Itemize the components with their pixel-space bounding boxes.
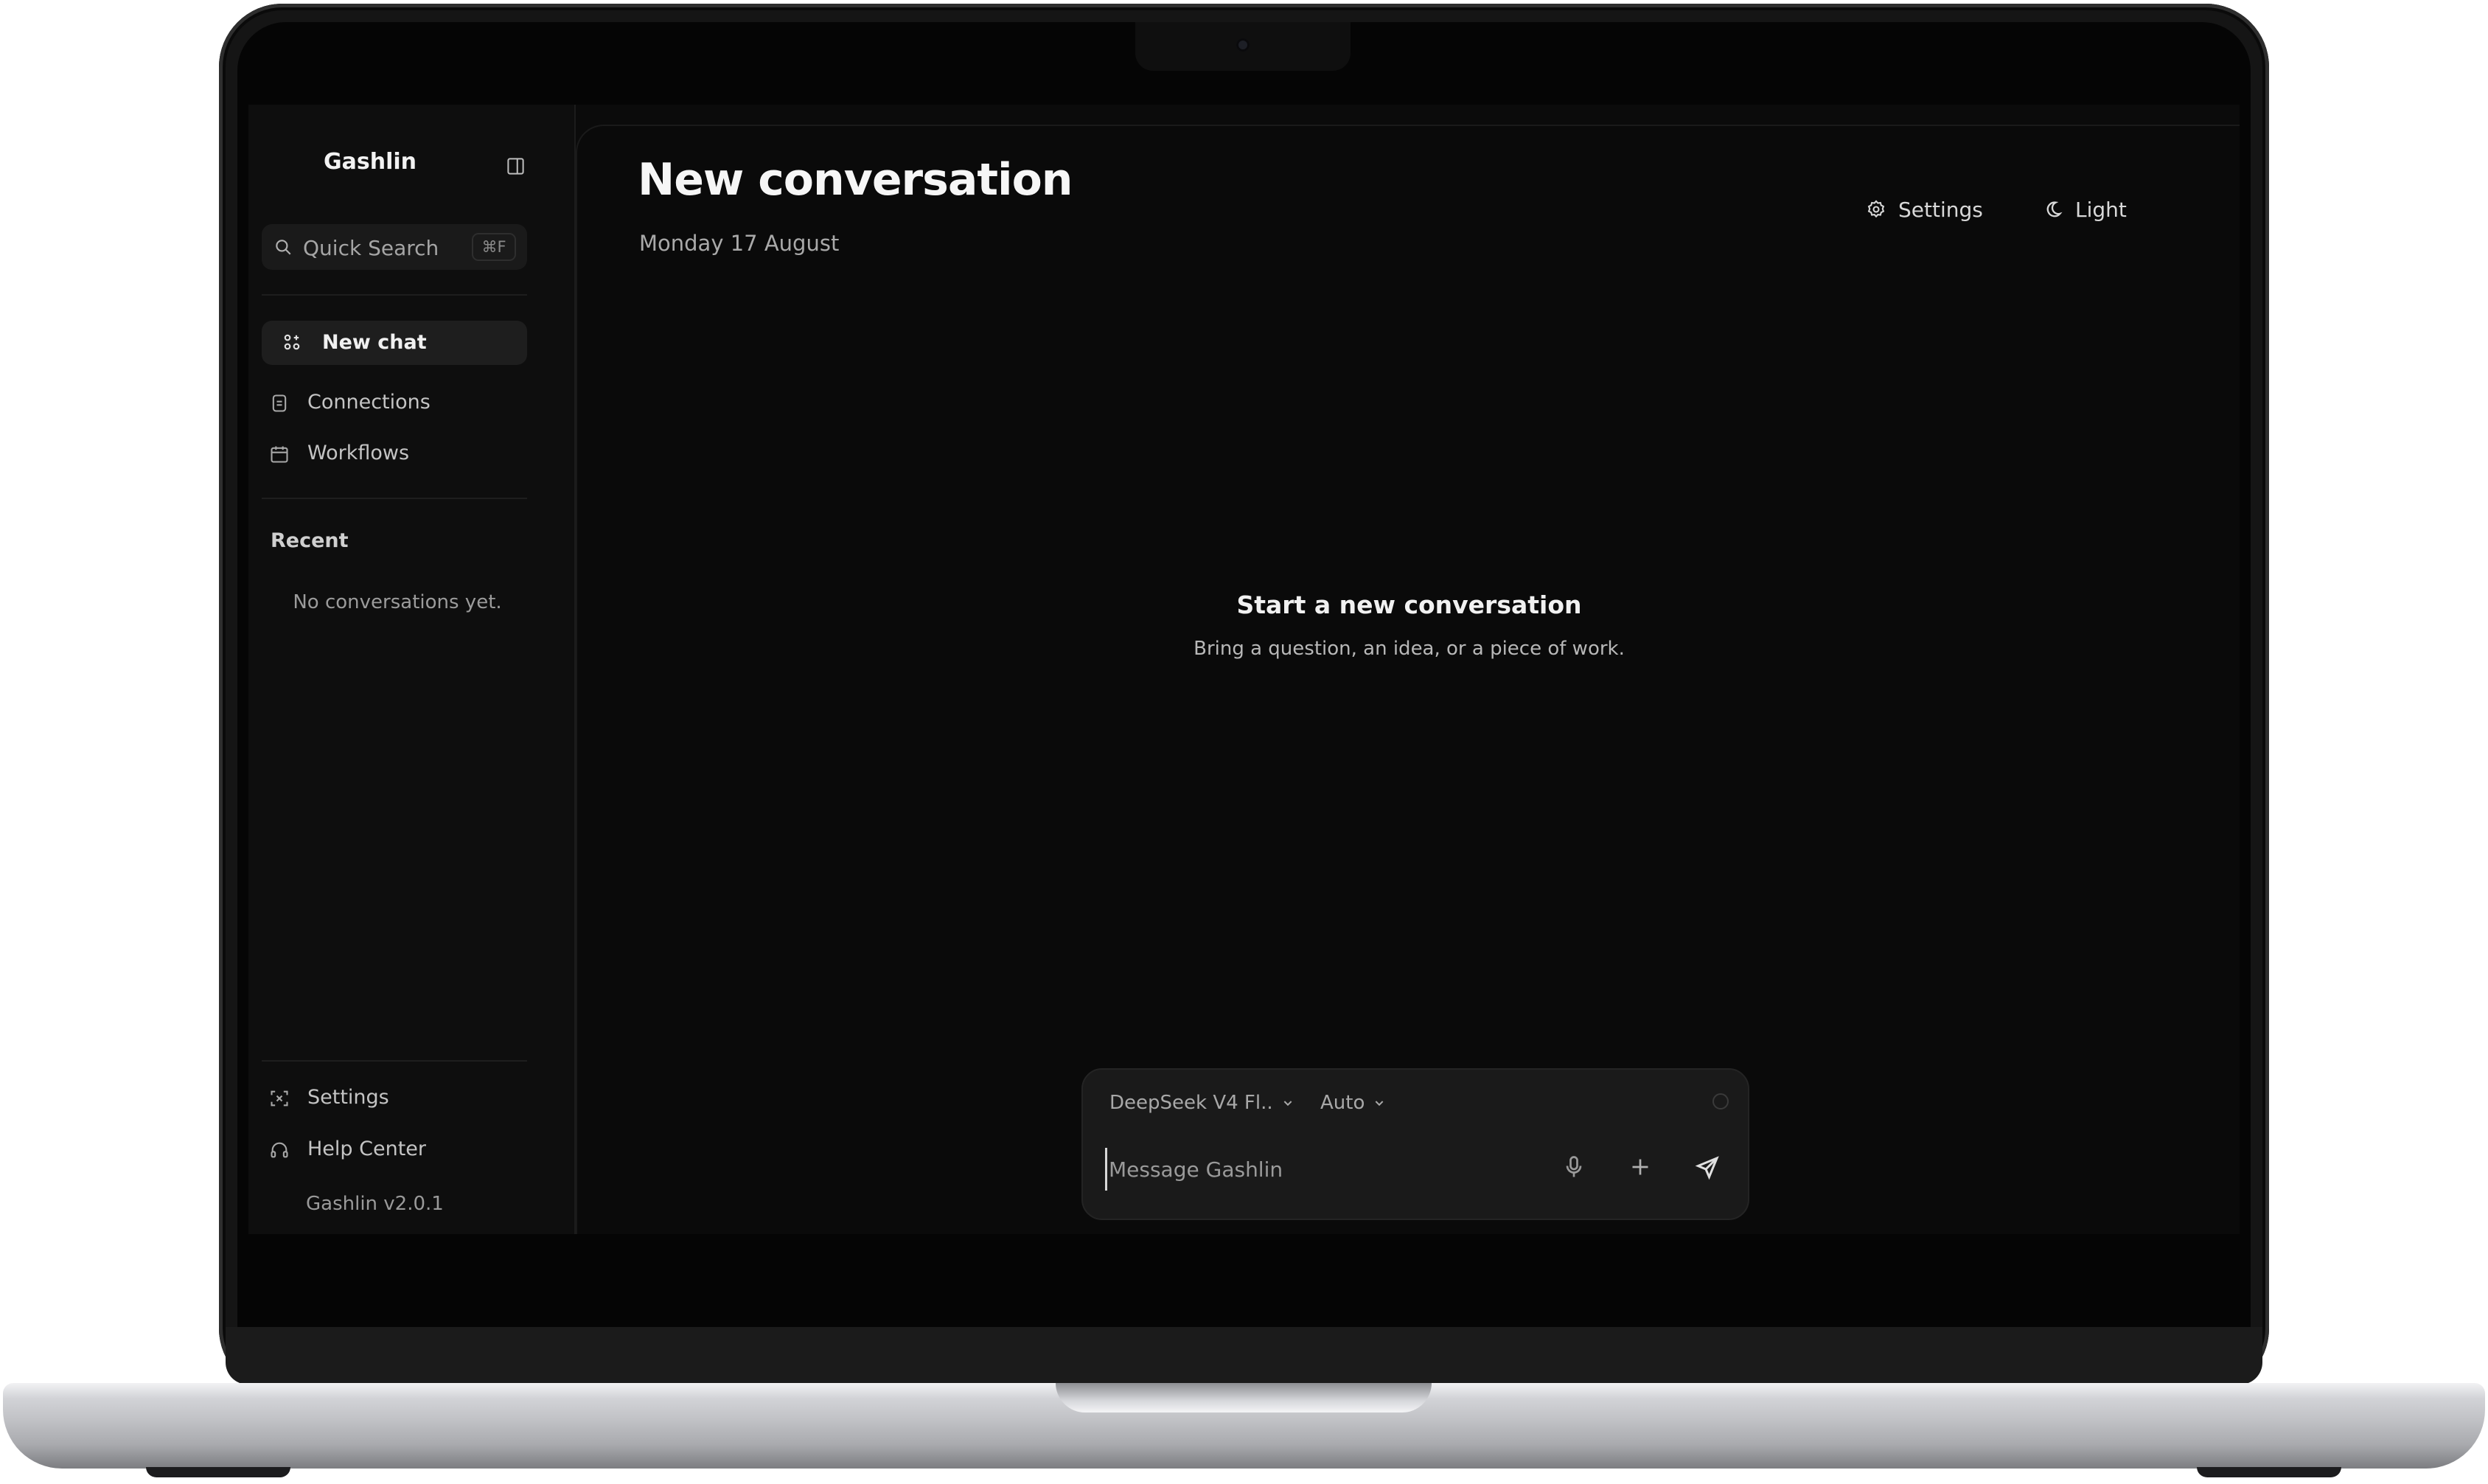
sidebar-item-label: Connections xyxy=(307,391,431,414)
model-selector[interactable]: DeepSeek V4 Fl.. xyxy=(1109,1089,1294,1117)
search-icon xyxy=(276,240,291,255)
settings-label: Settings xyxy=(1898,197,1983,222)
headset-icon xyxy=(271,1142,288,1158)
sidebar-item-label: Settings xyxy=(307,1086,389,1109)
page-date: Monday 17 August xyxy=(639,231,840,256)
app-brand: Gashlin xyxy=(324,149,417,175)
chevron-down-icon xyxy=(1376,1101,1384,1107)
laptop-chin xyxy=(226,1327,2262,1384)
laptop-foot-right xyxy=(2197,1467,2341,1477)
empty-state-subtitle: Bring a question, an idea, or a piece of… xyxy=(1194,638,1625,660)
camera-icon xyxy=(1236,38,1250,52)
send-icon[interactable] xyxy=(1695,1154,1721,1180)
sidebar-item-connections[interactable]: Connections xyxy=(262,381,527,424)
status-indicator xyxy=(1712,1093,1729,1109)
mode-label: Auto xyxy=(1320,1092,1365,1114)
laptop-opening-notch xyxy=(1056,1383,1432,1412)
empty-state-title: Start a new conversation xyxy=(1236,591,1582,619)
sidebar-item-settings[interactable]: Settings xyxy=(262,1076,527,1119)
app-window: Gashlin ⌘F New chat xyxy=(248,105,2240,1234)
recent-heading: Recent xyxy=(271,529,349,552)
app-version: Gashlin v2.0.1 xyxy=(306,1193,444,1215)
gear-icon xyxy=(1867,200,1885,218)
settings-button[interactable]: Settings xyxy=(1866,191,1983,228)
theme-label: Light xyxy=(2075,197,2127,222)
message-composer: DeepSeek V4 Fl.. Auto xyxy=(1081,1068,1749,1220)
sidebar-divider xyxy=(262,294,527,296)
sidebar-divider xyxy=(262,1060,527,1062)
moon-icon xyxy=(2046,201,2063,217)
new-chat-label: New chat xyxy=(322,331,427,354)
page-title: New conversation xyxy=(638,154,1073,206)
model-label: DeepSeek V4 Fl.. xyxy=(1109,1092,1273,1114)
search-shortcut-badge: ⌘F xyxy=(472,233,516,261)
sidebar-divider xyxy=(262,498,527,499)
sidebar-toggle-icon[interactable] xyxy=(506,156,526,176)
laptop-foot-left xyxy=(146,1467,290,1477)
new-chat-icon xyxy=(284,334,300,350)
chevron-down-icon xyxy=(1283,1101,1292,1107)
sidebar: Gashlin ⌘F New chat xyxy=(248,105,576,1234)
settings-icon xyxy=(271,1090,288,1107)
theme-toggle-button[interactable]: Light xyxy=(2043,191,2127,228)
sidebar-item-label: Workflows xyxy=(307,442,410,464)
sidebar-item-label: Help Center xyxy=(307,1138,427,1160)
main-panel: New conversation Monday 17 August Settin… xyxy=(576,125,2240,1234)
mode-selector[interactable]: Auto xyxy=(1320,1089,1385,1117)
sidebar-item-help-center[interactable]: Help Center xyxy=(262,1128,527,1171)
search-input[interactable] xyxy=(302,230,467,265)
new-chat-button[interactable]: New chat xyxy=(262,321,527,365)
quick-search[interactable]: ⌘F xyxy=(262,224,527,270)
recent-empty-text: No conversations yet. xyxy=(293,591,502,613)
plus-icon[interactable] xyxy=(1627,1154,1654,1180)
connections-icon xyxy=(272,394,287,412)
sidebar-item-workflows[interactable]: Workflows xyxy=(262,432,527,475)
message-input[interactable] xyxy=(1105,1148,1523,1191)
calendar-icon xyxy=(271,446,288,463)
microphone-icon[interactable] xyxy=(1561,1154,1587,1180)
